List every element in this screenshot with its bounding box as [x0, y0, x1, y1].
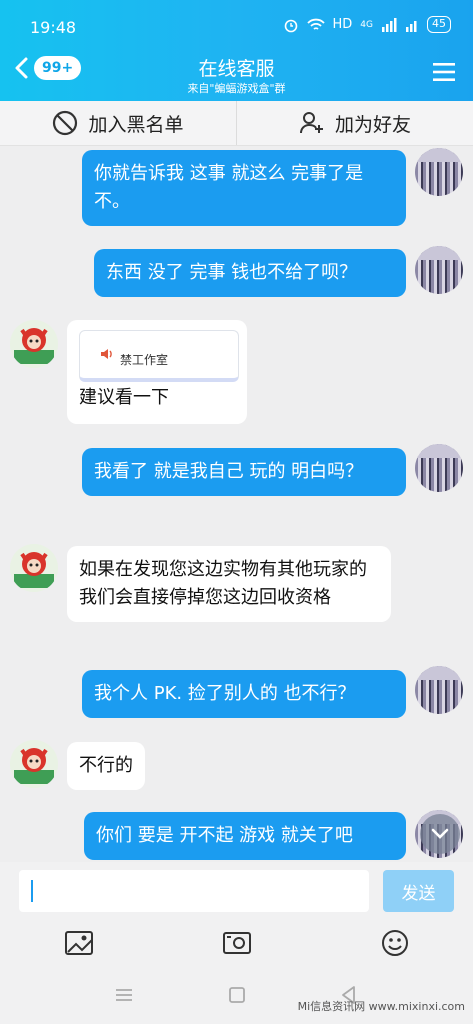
- message-bubble-outgoing[interactable]: 我看了 就是我自己 玩的 明白吗？: [82, 448, 406, 496]
- wifi-icon: [306, 18, 325, 30]
- blacklist-label: 加入黑名单: [88, 113, 184, 136]
- message-bubble-outgoing[interactable]: 你就告诉我 这事 就这么 完事了是不。: [82, 150, 406, 226]
- avatar-me[interactable]: [415, 246, 463, 294]
- message-text: 建议看一下: [79, 387, 169, 408]
- send-button[interactable]: 发送: [383, 870, 454, 912]
- menu-icon[interactable]: [433, 62, 455, 82]
- page-subtitle: 来自"蝙蝠游戏盒"群: [187, 82, 286, 95]
- top-bar: 19:48 HD 4G 45 99+ 在线客服 来自"蝙蝠游戏盒"群: [0, 0, 473, 101]
- avatar-me[interactable]: [415, 148, 463, 196]
- status-time: 19:48: [30, 18, 77, 37]
- avatar-me[interactable]: [415, 444, 463, 492]
- battery-indicator: 45: [427, 16, 451, 33]
- watermark: Mi信息资讯网 www.mixinxi.com: [297, 1000, 465, 1013]
- avatar-mascot-icon: [10, 740, 58, 788]
- block-icon: [53, 110, 78, 136]
- blacklist-button[interactable]: 加入黑名单: [0, 101, 237, 145]
- avatar-mascot-icon: [10, 544, 58, 592]
- speaker-icon: [101, 349, 112, 359]
- emoji-icon[interactable]: [380, 928, 410, 958]
- shared-card[interactable]: 禁工作室: [79, 330, 239, 382]
- message-list[interactable]: 你就告诉我 这事 就这么 完事了是不。 东西 没了 完事 钱也不给了呗？ 禁工作…: [0, 146, 473, 862]
- add-friend-button[interactable]: 加为好友: [237, 101, 473, 145]
- photo-icon[interactable]: [222, 928, 252, 958]
- message-bubble-outgoing[interactable]: 东西 没了 完事 钱也不给了呗？: [94, 249, 406, 297]
- status-bar: 19:48 HD 4G 45: [0, 0, 473, 50]
- status-icons: HD 4G 45: [283, 16, 451, 33]
- chat-header: 99+ 在线客服 来自"蝙蝠游戏盒"群: [0, 50, 473, 101]
- avatar-me[interactable]: [415, 666, 463, 714]
- message-input[interactable]: [19, 870, 369, 912]
- avatar-service[interactable]: [10, 740, 58, 788]
- message-bubble-incoming[interactable]: 如果在发现您这边实物有其他玩家的 我们会直接停掉您这边回收资格: [67, 546, 391, 622]
- input-bar: 发送: [0, 862, 473, 918]
- home-nav-icon[interactable]: [226, 984, 248, 1006]
- card-title: 禁工作室: [120, 353, 169, 367]
- scroll-to-bottom-button[interactable]: [420, 814, 460, 854]
- message-bubble-incoming[interactable]: 禁工作室 建议看一下: [67, 320, 247, 424]
- avatar-service[interactable]: [10, 320, 58, 368]
- signal-type: 4G: [360, 19, 373, 30]
- chevron-down-icon: [431, 828, 449, 839]
- text-caret: [31, 880, 33, 902]
- signal-icon: [382, 17, 397, 32]
- network-type: HD: [332, 17, 353, 32]
- menu-nav-icon[interactable]: [113, 984, 135, 1006]
- avatar-mascot-icon: [10, 320, 58, 368]
- chat-toolbar: [0, 918, 473, 966]
- avatar-service[interactable]: [10, 544, 58, 592]
- page-title: 在线客服: [198, 58, 275, 80]
- add-friend-label: 加为好友: [334, 113, 411, 136]
- alarm-icon: [284, 19, 297, 32]
- signal-icon-2: [406, 20, 417, 32]
- message-bubble-incoming[interactable]: 不行的: [67, 742, 145, 790]
- message-bubble-outgoing[interactable]: 你们 要是 开不起 游戏 就关了吧: [84, 812, 406, 860]
- action-bar: 加入黑名单 加为好友: [0, 101, 473, 146]
- message-bubble-outgoing[interactable]: 我个人 PK. 捡了别人的 也不行？: [82, 670, 406, 718]
- add-user-icon: [299, 112, 323, 134]
- system-nav-bar: Mi信息资讯网 www.mixinxi.com: [0, 966, 473, 1024]
- image-icon[interactable]: [64, 928, 94, 958]
